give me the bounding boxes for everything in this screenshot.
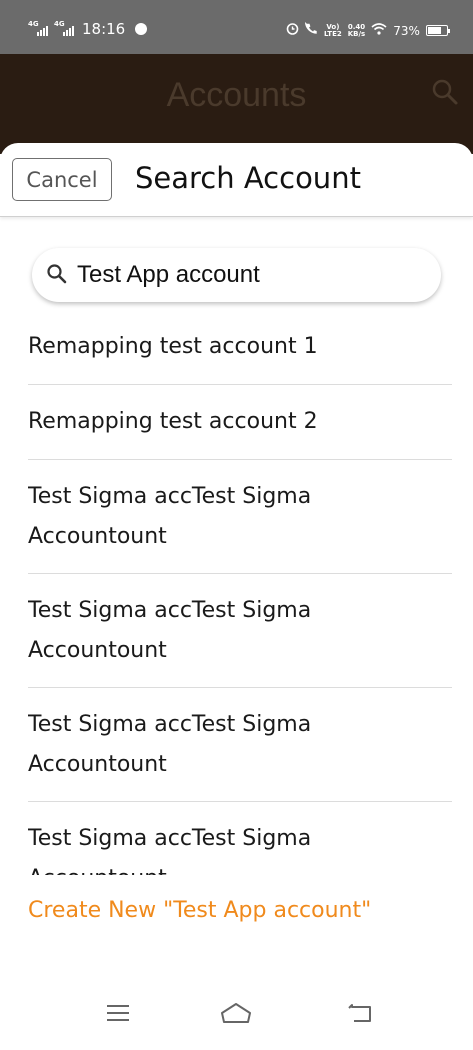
battery-fill [427,27,442,34]
background-search-icon [431,78,459,111]
volte-indicator: Vo) LTE2 [324,23,342,38]
network-type-1: 4G [28,20,39,28]
list-item[interactable]: Test Sigma accTest Sigma Accountount [28,688,452,802]
menu-button[interactable] [98,1000,138,1030]
alarm-icon [286,22,299,39]
list-item-label: Remapping test account 2 [28,409,318,434]
home-button[interactable] [216,1000,256,1030]
lte-label: LTE2 [324,29,342,38]
status-bar-right: Vo) LTE2 0.40 KB/s 73% [286,22,450,39]
status-bar: 4G 4G 18:16 Vo) LTE2 0.40 KB/s 73% [0,0,473,54]
list-item-label: Test Sigma accTest Sigma Accountount [28,826,312,875]
search-account-sheet: Cancel Search Account Remapping test acc… [0,143,473,1050]
cancel-button[interactable]: Cancel [12,158,112,201]
search-box[interactable] [32,248,441,302]
battery-icon [425,25,450,36]
speed-unit: KB/s [347,29,366,38]
back-button[interactable] [340,1000,380,1030]
back-icon [347,1003,373,1028]
signal-icon-2: 4G [54,20,74,36]
call-icon [305,22,318,39]
background-app-header: Accounts [0,54,473,154]
clock: 18:16 [82,20,126,38]
navigation-bar [0,990,473,1050]
list-item[interactable]: Test Sigma accTest Sigma Accountount [28,574,452,688]
sheet-header: Cancel Search Account [0,143,473,217]
list-item-label: Test Sigma accTest Sigma Accountount [28,712,312,777]
wifi-icon [371,22,387,39]
list-item[interactable]: Remapping test account 2 [28,385,452,460]
list-item-label: Test Sigma accTest Sigma Accountount [28,598,312,663]
search-icon [46,263,68,290]
menu-icon [106,1003,130,1028]
list-item[interactable]: Test Sigma accTest Sigma Accountount [28,802,452,875]
battery-percent: 73% [393,23,420,38]
list-item-label: Remapping test account 1 [28,334,318,359]
search-input[interactable] [77,256,427,294]
status-bar-left: 4G 4G 18:16 [28,20,148,38]
network-type-2: 4G [54,20,65,28]
create-new-link[interactable]: Create New "Test App account" [28,898,371,923]
sheet-title: Search Account [135,161,361,195]
results-list: Remapping test account 1 Remapping test … [28,310,452,875]
list-item-label: Test Sigma accTest Sigma Accountount [28,484,312,549]
home-icon [220,1002,252,1029]
signal-icon: 4G [28,20,48,36]
background-title: Accounts [166,76,307,114]
speed-indicator: 0.40 KB/s [347,23,366,38]
list-item[interactable]: Test Sigma accTest Sigma Accountount [28,460,452,574]
list-item[interactable]: Remapping test account 1 [28,310,452,385]
notification-icon [135,23,148,35]
